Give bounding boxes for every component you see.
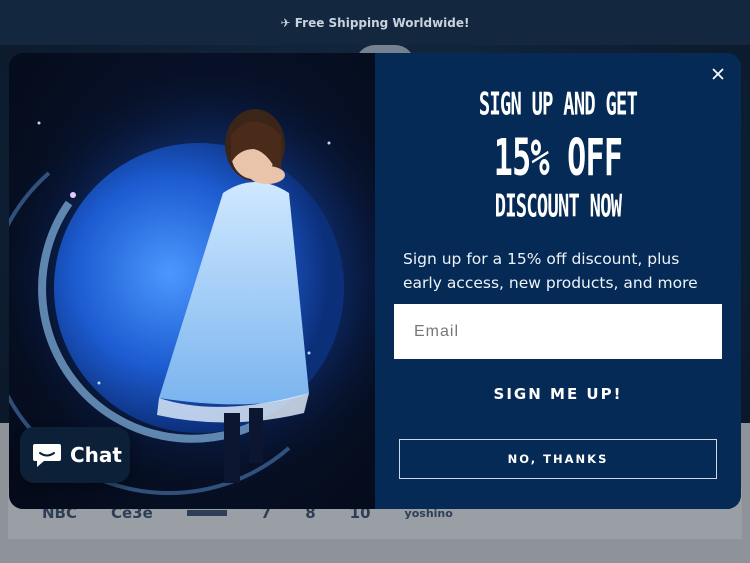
popup-headline-discount: 15% OFF — [493, 129, 623, 188]
chat-label: Chat — [70, 443, 122, 467]
sign-up-button[interactable]: SIGN ME UP! — [394, 375, 722, 413]
popup-form-panel: SIGN UP AND GET 15% OFF DISCOUNT NOW Sig… — [375, 53, 741, 509]
close-icon[interactable] — [709, 65, 727, 83]
chat-bubble-icon — [33, 444, 61, 467]
announcement-text: ✈ Free Shipping Worldwide! — [280, 15, 470, 30]
chat-widget-button[interactable]: Chat — [20, 427, 130, 483]
press-logo-bar — [186, 510, 227, 516]
email-input[interactable] — [394, 304, 722, 359]
no-thanks-button[interactable]: NO, THANKS — [399, 439, 717, 479]
popup-headline-line1: SIGN UP AND GET — [478, 87, 638, 123]
popup-headline-line3: DISCOUNT NOW — [494, 189, 622, 225]
popup-description: Sign up for a 15% off discount, plus ear… — [403, 250, 698, 292]
announcement-bar: ✈ Free Shipping Worldwide! — [0, 0, 750, 45]
